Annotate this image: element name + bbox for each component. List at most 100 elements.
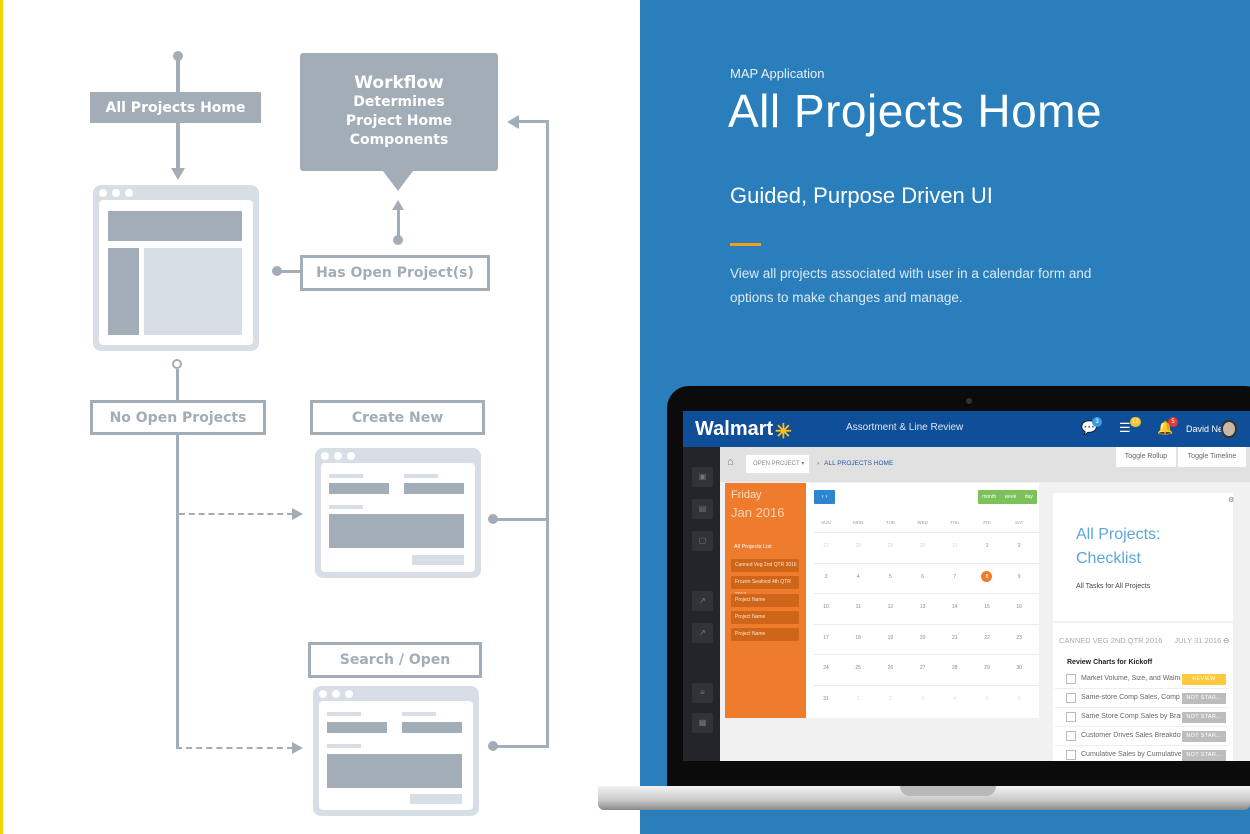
calendar-day[interactable]: 24 <box>816 665 836 671</box>
calendar-day[interactable]: 17 <box>816 635 836 641</box>
calendar-day[interactable]: 1 <box>977 543 997 549</box>
calendar-day[interactable]: 2 <box>880 696 900 702</box>
calendar-day[interactable]: 22 <box>977 635 997 641</box>
breadcrumb-current[interactable]: ALL PROJECTS HOME <box>824 460 893 467</box>
has-open-projects-label: Has Open Project(s) <box>300 255 490 291</box>
calendar-day[interactable]: 11 <box>848 604 868 610</box>
calendar-day[interactable]: 5 <box>977 696 997 702</box>
chart-icon[interactable]: ↗ <box>692 623 713 643</box>
calendar-icon[interactable]: ▢ <box>692 531 713 551</box>
calendar-day[interactable]: 6 <box>913 574 933 580</box>
calendar-day[interactable]: 18 <box>848 635 868 641</box>
calendar-day[interactable]: 20 <box>913 635 933 641</box>
calendar-day[interactable]: 13 <box>913 604 933 610</box>
task-name[interactable]: Customer Drives Sales Breakdown <box>1081 732 1181 739</box>
calendar-day[interactable]: 7 <box>945 574 965 580</box>
calendar-day[interactable]: 27 <box>913 665 933 671</box>
calendar-day[interactable]: 10 <box>816 604 836 610</box>
menu-icon[interactable]: ≡ <box>692 683 713 703</box>
open-project-dropdown[interactable]: OPEN PROJECT ▾ <box>746 455 809 473</box>
app-header: Walmart ✳ Assortment & Line Review 💬 3 ☰ 1… <box>683 411 1250 447</box>
view-month[interactable]: month <box>982 490 996 504</box>
calendar-day[interactable]: 16 <box>1009 604 1029 610</box>
branch-node <box>172 359 182 369</box>
calendar-day[interactable]: 14 <box>945 604 965 610</box>
view-week[interactable]: week <box>1005 490 1017 504</box>
project-item[interactable]: Project Name <box>731 594 799 607</box>
gear-icon[interactable]: ⚙ <box>1228 496 1234 504</box>
task-checkbox[interactable] <box>1066 731 1076 741</box>
calendar-day[interactable]: 28 <box>945 665 965 671</box>
calendar-day[interactable]: 19 <box>880 635 900 641</box>
calendar-day[interactable]: 31 <box>816 696 836 702</box>
task-name[interactable]: Market Volume, Size, and Walmart <box>1081 675 1181 682</box>
calendar-day[interactable]: 30 <box>913 543 933 549</box>
task-status-badge[interactable]: NOT STAR... <box>1182 712 1226 723</box>
task-name[interactable]: Cumulative Sales by Cumulative <box>1081 751 1181 758</box>
calendar-day[interactable]: 27 <box>816 543 836 549</box>
weekday-label: TUE <box>885 520 895 525</box>
calendar-day[interactable]: 28 <box>848 543 868 549</box>
task-checkbox[interactable] <box>1066 750 1076 760</box>
home-icon[interactable]: ⌂ <box>727 456 734 468</box>
calendar-day[interactable]: 31 <box>945 543 965 549</box>
calendar-day[interactable]: 3 <box>816 574 836 580</box>
calendar-day[interactable]: 29 <box>977 665 997 671</box>
chat-icon[interactable]: 💬 3 <box>1081 417 1119 438</box>
checklist-subtitle: All Tasks for All Projects <box>1076 583 1151 590</box>
project-header: CANNED VEG 2ND QTR 2016 JULY 31 2016 ⊖ <box>1059 636 1229 645</box>
task-name[interactable]: Same-store Comp Sales, Comp <box>1081 694 1181 701</box>
project-item[interactable]: Project Name <box>731 611 799 624</box>
calendar-day[interactable]: 2 <box>1009 543 1029 549</box>
collapse-icon[interactable]: ⊖ <box>1223 636 1229 645</box>
calendar-day[interactable]: 4 <box>945 696 965 702</box>
toggle-timeline-button[interactable]: Toggle Timeline <box>1178 447 1246 467</box>
calendar-day[interactable]: 30 <box>1009 665 1029 671</box>
calendar-day[interactable]: 26 <box>880 665 900 671</box>
dashed-connector <box>179 513 293 515</box>
task-status-badge[interactable]: NOT STAR... <box>1182 750 1226 761</box>
calendar-day[interactable]: 4 <box>848 574 868 580</box>
calendar-day[interactable]: 25 <box>848 665 868 671</box>
task-status-badge[interactable]: NOT STAR... <box>1182 693 1226 704</box>
calendar-day[interactable]: 5 <box>880 574 900 580</box>
project-item[interactable]: Canned Veg 2nd QTR 2016 <box>731 559 799 572</box>
task-checkbox[interactable] <box>1066 693 1076 703</box>
calendar-day[interactable]: 9 <box>1009 574 1029 580</box>
avatar[interactable] <box>1221 420 1237 438</box>
project-item[interactable]: Project Name <box>731 628 799 641</box>
calendar-day[interactable]: 8 <box>977 574 997 580</box>
search-open-label: Search / Open <box>308 642 482 678</box>
task-checkbox[interactable] <box>1066 674 1076 684</box>
task-status-badge[interactable]: REVIEW <box>1182 674 1226 685</box>
weekday-label: WED <box>917 520 928 525</box>
eyebrow: MAP Application <box>730 66 825 81</box>
task-status-badge[interactable]: NOT STAR... <box>1182 731 1226 742</box>
calendar-day[interactable]: 21 <box>945 635 965 641</box>
briefcase-icon[interactable]: ▣ <box>692 467 713 487</box>
slide: All Projects Home Workflow Determines Pr… <box>0 0 1250 834</box>
toggle-rollup-button[interactable]: Toggle Rollup <box>1116 447 1176 467</box>
task-checkbox[interactable] <box>1066 712 1076 722</box>
calendar-day[interactable]: 6 <box>1009 696 1029 702</box>
bell-badge: 5 <box>1168 417 1178 427</box>
brand-logo[interactable]: Walmart <box>695 418 773 441</box>
grid-icon[interactable]: ▤ <box>692 499 713 519</box>
calendar-day[interactable]: 23 <box>1009 635 1029 641</box>
calendar-day[interactable]: 3 <box>913 696 933 702</box>
view-day[interactable]: day <box>1025 490 1033 504</box>
list-icon[interactable]: ☰ 12 <box>1119 417 1157 438</box>
callout-pointer <box>383 171 413 191</box>
calendar-day[interactable]: 29 <box>880 543 900 549</box>
prev-next-buttons[interactable]: ‹ › <box>814 490 835 504</box>
calendar-day[interactable]: 1 <box>848 696 868 702</box>
weekday-label: FRI <box>983 520 991 525</box>
chart-icon[interactable]: ↗ <box>692 591 713 611</box>
calendar-day[interactable]: 15 <box>977 604 997 610</box>
calendar-day[interactable]: 12 <box>880 604 900 610</box>
task-name[interactable]: Same Store Comp Sales by Brand <box>1081 713 1181 720</box>
table-icon[interactable]: ▦ <box>692 713 713 733</box>
project-item[interactable]: Frozen Seafood 4th QTR 2017 <box>731 576 799 598</box>
connector <box>397 208 400 238</box>
calendar: ‹ › month week day SUN MON TUE WED THU FRI SAT… <box>806 483 1039 718</box>
